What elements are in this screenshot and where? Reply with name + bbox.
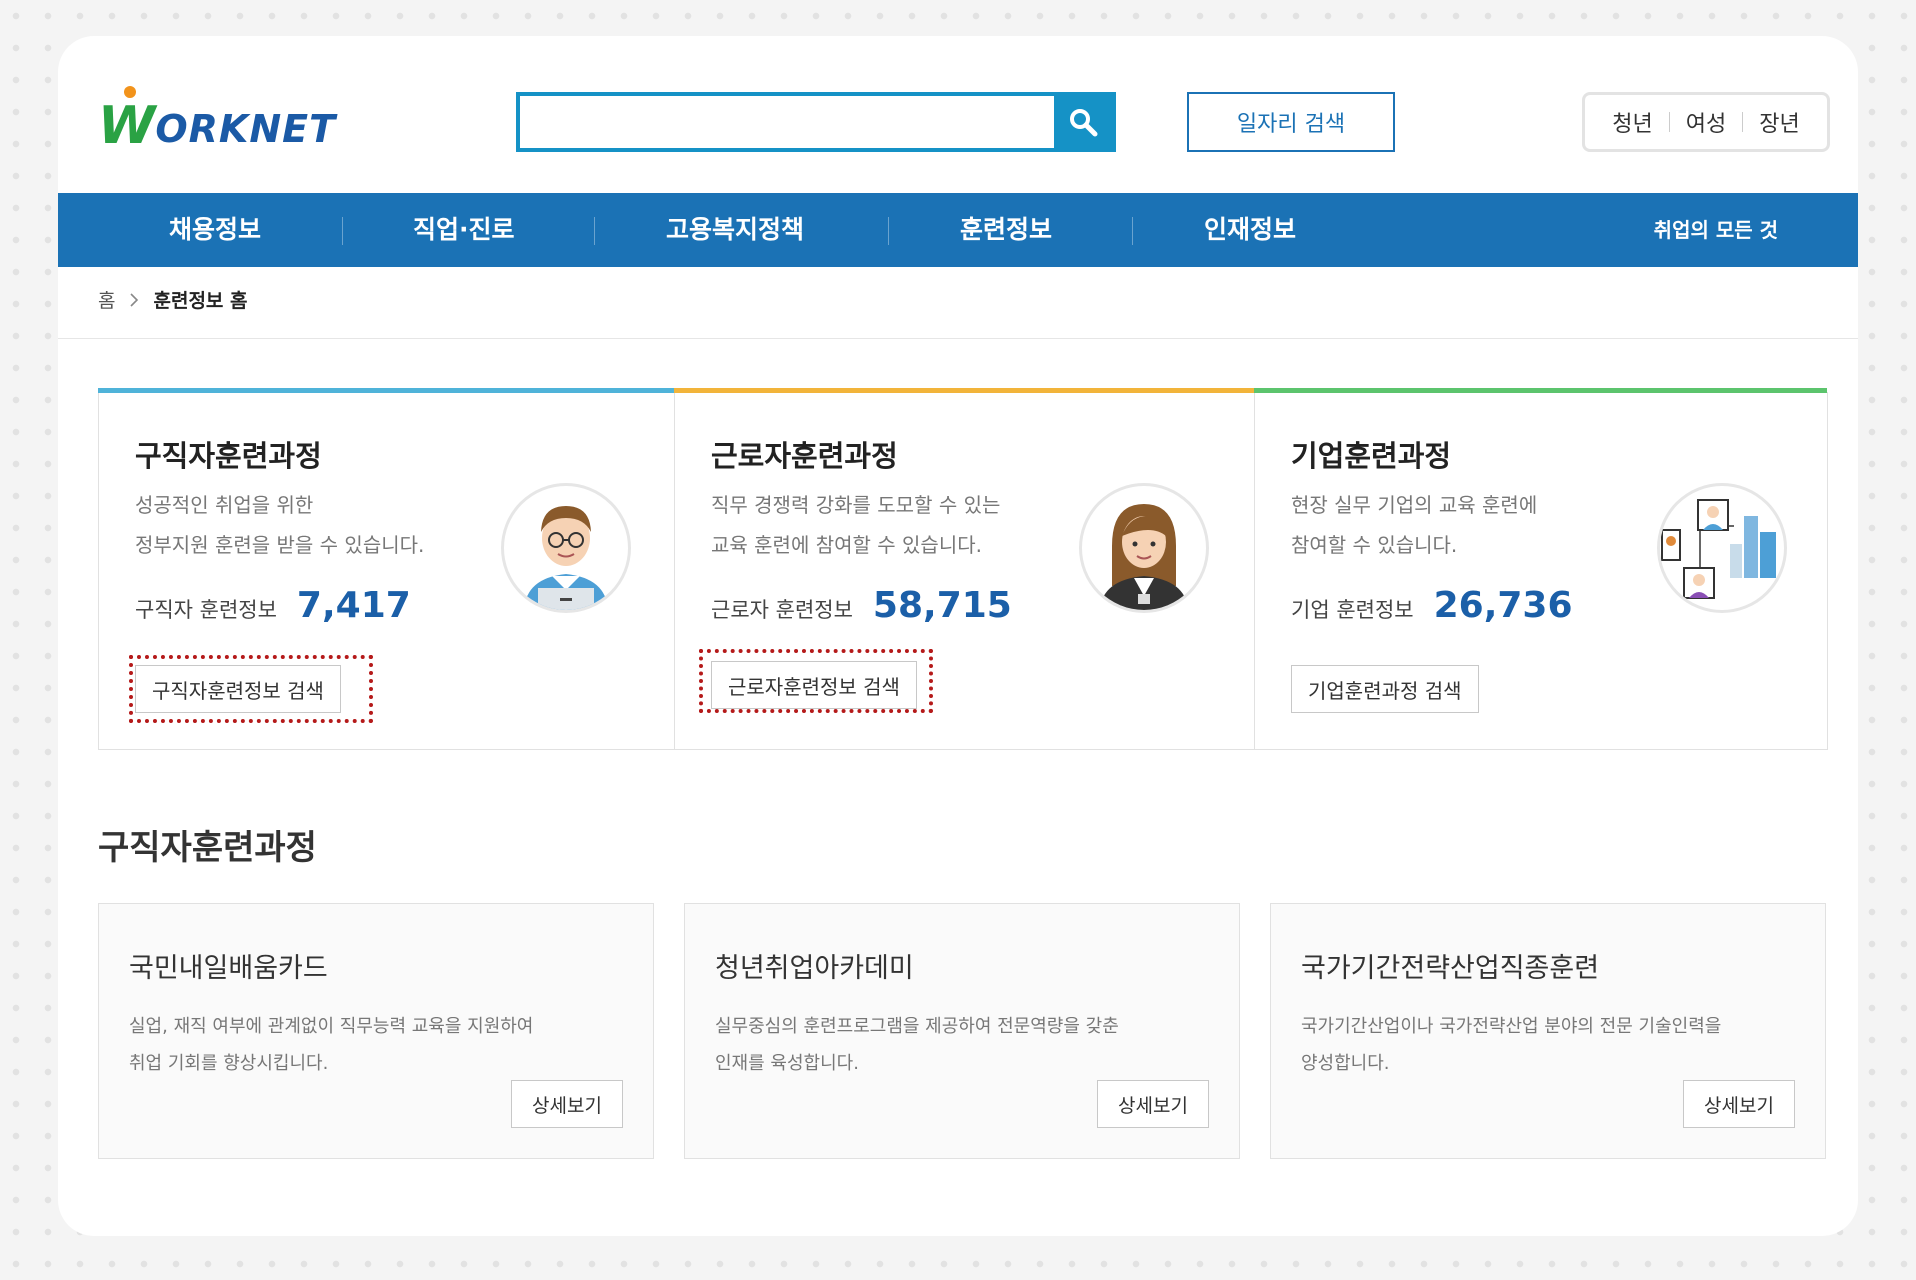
card-description: 성공적인 취업을 위한 정부지원 훈련을 받을 수 있습니다. bbox=[135, 493, 425, 557]
link-senior[interactable]: 장년 bbox=[1743, 106, 1815, 138]
card-title: 구직자훈련과정 bbox=[135, 439, 322, 473]
worker-search-button[interactable]: 근로자훈련정보 검색 bbox=[711, 661, 917, 709]
breadcrumb-current: 훈련정보 홈 bbox=[153, 290, 248, 312]
program-card: 국민내일배움카드 실업, 재직 여부에 관계없이 직무능력 교육을 지원하여 취… bbox=[98, 903, 654, 1159]
card-stat: 구직자 훈련정보 7,417 bbox=[135, 585, 411, 626]
card-title: 기업훈련과정 bbox=[1291, 439, 1452, 473]
stat-label: 기업 훈련정보 bbox=[1291, 598, 1414, 622]
stat-value: 58,715 bbox=[872, 585, 1012, 626]
card-description: 직무 경쟁력 강화를 도모할 수 있는 교육 훈련에 참여할 수 있습니다. bbox=[711, 493, 1001, 557]
card-worker: 근로자훈련과정 직무 경쟁력 강화를 도모할 수 있는 교육 훈련에 참여할 수… bbox=[674, 388, 1255, 749]
nav-welfare[interactable]: 고용복지정책 bbox=[666, 193, 804, 267]
nav-talent[interactable]: 인재정보 bbox=[1204, 193, 1296, 267]
program-card: 청년취업아카데미 실무중심의 훈련프로그램을 제공하여 전문역량을 갖춘 인재를… bbox=[684, 903, 1240, 1159]
target-links: 청년 여성 장년 bbox=[1582, 92, 1830, 152]
card-title: 근로자훈련과정 bbox=[711, 439, 898, 473]
worknet-logo[interactable]: W ORKNET bbox=[98, 86, 337, 152]
breadcrumb-home[interactable]: 홈 bbox=[98, 286, 115, 313]
nav-divider bbox=[888, 217, 889, 245]
nav-divider bbox=[594, 217, 595, 245]
link-women[interactable]: 여성 bbox=[1670, 106, 1742, 138]
search-button[interactable] bbox=[1054, 96, 1112, 148]
card-accent-bar bbox=[98, 388, 674, 393]
card-company: 기업훈련과정 현장 실무 기업의 교육 훈련에 참여할 수 있습니다. 기업 훈… bbox=[1254, 388, 1827, 749]
nav-career[interactable]: 직업·진로 bbox=[413, 193, 515, 267]
details-button[interactable]: 상세보기 bbox=[1683, 1080, 1795, 1128]
card-jobseeker: 구직자훈련과정 성공적인 취업을 위한 정부지원 훈련을 받을 수 있습니다. … bbox=[98, 388, 675, 749]
nav-divider bbox=[1132, 217, 1133, 245]
stat-value: 26,736 bbox=[1433, 585, 1573, 626]
job-search-button[interactable]: 일자리 검색 bbox=[1187, 92, 1395, 152]
logo-text: ORKNET bbox=[155, 107, 337, 151]
program-description: 실업, 재직 여부에 관계없이 직무능력 교육을 지원하여 취업 기회를 향상시… bbox=[129, 1016, 534, 1074]
link-youth[interactable]: 청년 bbox=[1596, 106, 1668, 138]
breadcrumb: 홈 훈련정보 홈 bbox=[98, 286, 248, 313]
man-avatar-icon bbox=[501, 483, 631, 613]
section-title: 구직자훈련과정 bbox=[98, 828, 317, 868]
nav-recruitment[interactable]: 채용정보 bbox=[169, 193, 261, 267]
card-accent-bar bbox=[1254, 388, 1827, 393]
stat-label: 근로자 훈련정보 bbox=[711, 598, 853, 622]
main-nav: 채용정보 직업·진로 고용복지정책 훈련정보 인재정보 취업의 모든 것 bbox=[58, 193, 1858, 267]
woman-avatar-icon bbox=[1079, 483, 1209, 613]
company-network-icon bbox=[1657, 483, 1787, 613]
card-stat: 근로자 훈련정보 58,715 bbox=[711, 585, 1012, 626]
training-cards: 구직자훈련과정 성공적인 취업을 위한 정부지원 훈련을 받을 수 있습니다. … bbox=[98, 388, 1828, 750]
details-button[interactable]: 상세보기 bbox=[511, 1080, 623, 1128]
page: W ORKNET 일자리 검색 청년 여성 장년 채용정보 직업·진로 고용복지… bbox=[58, 36, 1858, 1236]
jobseeker-search-button[interactable]: 구직자훈련정보 검색 bbox=[135, 665, 341, 713]
program-card: 국가기간전략산업직종훈련 국가기간산업이나 국가전략산업 분야의 전문 기술인력… bbox=[1270, 903, 1826, 1159]
stat-label: 구직자 훈련정보 bbox=[135, 598, 277, 622]
search-input[interactable] bbox=[520, 96, 1054, 148]
program-title: 국가기간전략산업직종훈련 bbox=[1301, 953, 1600, 984]
company-search-button[interactable]: 기업훈련과정 검색 bbox=[1291, 665, 1479, 713]
nav-divider bbox=[342, 217, 343, 245]
program-title: 국민내일배움카드 bbox=[129, 953, 328, 984]
card-accent-bar bbox=[674, 388, 1254, 393]
search-box bbox=[516, 92, 1116, 152]
chevron-right-icon bbox=[130, 292, 139, 307]
card-stat: 기업 훈련정보 26,736 bbox=[1291, 585, 1573, 626]
search-icon bbox=[1070, 109, 1098, 137]
program-description: 실무중심의 훈련프로그램을 제공하여 전문역량을 갖춘 인재를 육성합니다. bbox=[715, 1016, 1119, 1074]
details-button[interactable]: 상세보기 bbox=[1097, 1080, 1209, 1128]
program-title: 청년취업아카데미 bbox=[715, 953, 914, 984]
stat-value: 7,417 bbox=[296, 585, 411, 626]
nav-training[interactable]: 훈련정보 bbox=[960, 193, 1052, 267]
logo-w: W bbox=[98, 86, 155, 152]
nav-all[interactable]: 취업의 모든 것 bbox=[1654, 193, 1778, 267]
divider bbox=[58, 338, 1858, 339]
card-description: 현장 실무 기업의 교육 훈련에 참여할 수 있습니다. bbox=[1291, 493, 1538, 557]
program-description: 국가기간산업이나 국가전략산업 분야의 전문 기술인력을 양성합니다. bbox=[1301, 1016, 1722, 1074]
